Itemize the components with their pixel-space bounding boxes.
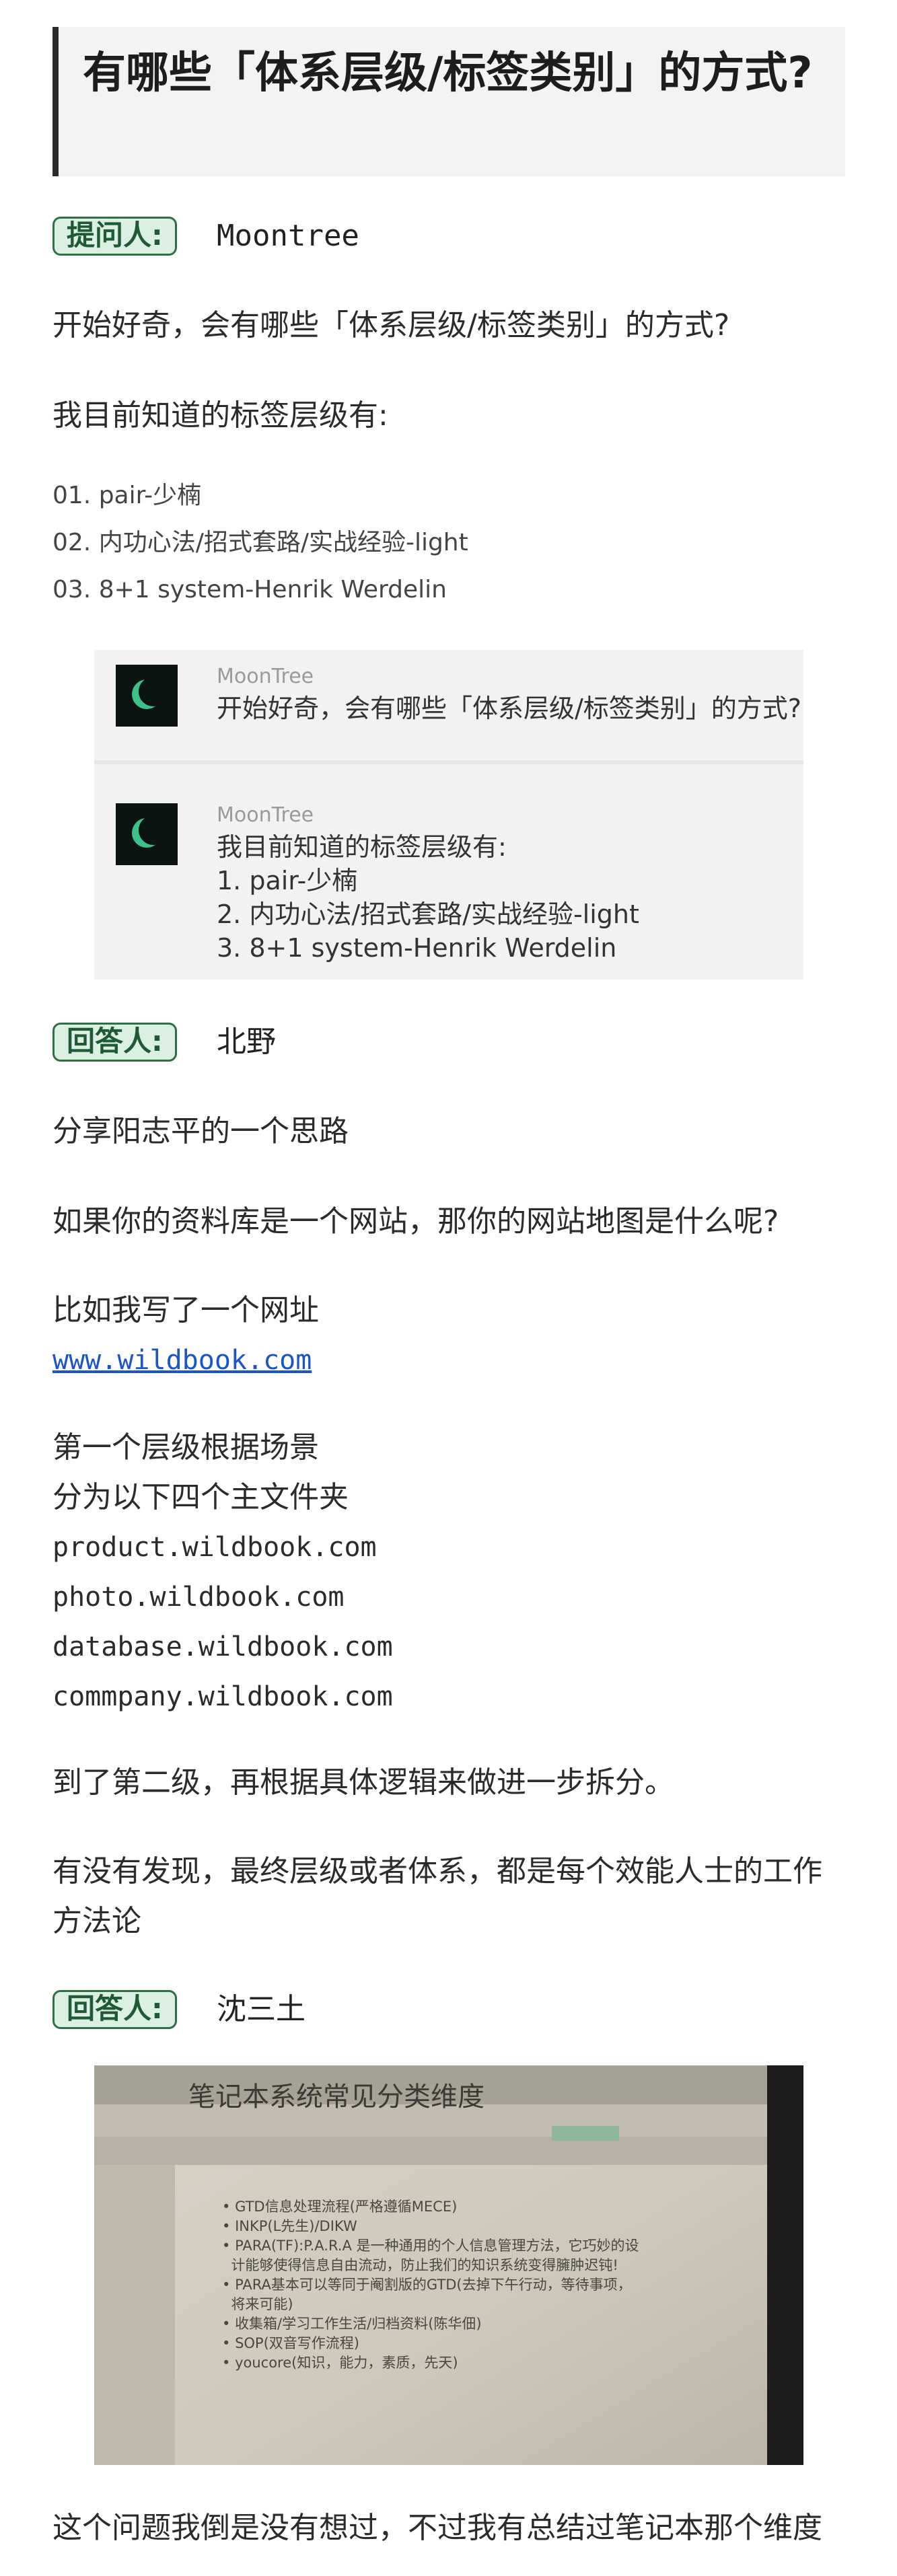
asker-name: Moontree (217, 219, 359, 253)
answer-paragraph: 到了第二级，再根据具体逻辑来做进一步拆分。 (52, 1765, 674, 1800)
folder-item: product.wildbook.com (52, 1532, 377, 1563)
photo-bullet: • youcore(知识，能力，素质，先天) (222, 2355, 458, 2371)
answer-paragraph: 比如我写了一个网址 (52, 1293, 319, 1327)
photo-bullet: 计能够使得信息自由流动，防止我们的知识系统变得臃肿迟钝! (231, 2257, 618, 2273)
chat-text-line: 1. pair-少楠 (217, 866, 358, 895)
photo-heading: 笔记本系统常见分类维度 (188, 2082, 485, 2112)
answerer-name: 北野 (217, 1025, 276, 1059)
question-intro: 开始好奇，会有哪些「体系层级/标签类别」的方式? (52, 308, 730, 342)
question-list-item: 02. 内功心法/招式套路/实战经验-light (52, 529, 468, 556)
question-list-item: 03. 8+1 system-Henrik Werdelin (52, 576, 447, 603)
photo-bullets: • GTD信息处理流程(严格遵循MECE) • INKP(L先生)/DIKW •… (222, 2197, 639, 2373)
folder-item: database.wildbook.com (52, 1631, 393, 1662)
moon-icon (132, 818, 162, 848)
answer-paragraph: 这个问题我倒是没有想过，不过我有总结过笔记本那个维度 (52, 2511, 822, 2545)
folder-item: photo.wildbook.com (52, 1582, 345, 1613)
answerer-badge: 回答人: (52, 1023, 177, 1062)
photo-bullet: 将来可能) (231, 2296, 293, 2312)
answer-paragraph: 分为以下四个主文件夹 (52, 1480, 349, 1514)
question-title-box: 有哪些「体系层级/标签类别」的方式? (52, 27, 845, 176)
photo-bullet: • SOP(双音写作流程) (222, 2335, 359, 2351)
chat-divider (94, 760, 803, 764)
answer-paragraph: 如果你的资料库是一个网站，那你的网站地图是什么呢? (52, 1204, 779, 1239)
photo-bullet: • GTD信息处理流程(严格遵循MECE) (222, 2199, 458, 2215)
chat-nick: MoonTree (217, 665, 314, 688)
wildbook-link[interactable]: www.wildbook.com (52, 1345, 312, 1376)
chat-text-line: 我目前知道的标签层级有: (217, 832, 507, 862)
answer-paragraph: 方法论 (52, 1904, 141, 1938)
chat-screenshot: MoonTree 开始好奇，会有哪些「体系层级/标签类别」的方式? MoonTr… (94, 650, 803, 980)
avatar (116, 803, 178, 865)
notebook-photo: 笔记本系统常见分类维度 • GTD信息处理流程(严格遵循MECE) • INKP… (94, 2065, 803, 2465)
answerer-badge: 回答人: (52, 1990, 177, 2029)
photo-bullet: • PARA基本可以等同于阉割版的GTD(去掉下午行动，等待事项， (222, 2277, 632, 2293)
photo-bullet: • 收集箱/学习工作生活/归档资料(陈华佃) (222, 2316, 482, 2332)
avatar (116, 665, 178, 727)
question-title: 有哪些「体系层级/标签类别」的方式? (83, 48, 813, 98)
moon-icon (132, 679, 162, 709)
photo-bullet: • PARA(TF):P.A.R.A 是一种通用的个人信息管理方法，它巧妙的设 (222, 2238, 639, 2254)
chat-text: 开始好奇，会有哪些「体系层级/标签类别」的方式? (217, 694, 801, 723)
asker-badge: 提问人: (52, 217, 177, 256)
folder-item: commpany.wildbook.com (52, 1681, 393, 1712)
answerer-name: 沈三土 (217, 1992, 306, 2026)
answer-paragraph: 有没有发现，最终层级或者体系，都是每个效能人士的工作 (52, 1854, 822, 1888)
photo-bullet: • INKP(L先生)/DIKW (222, 2218, 357, 2234)
chat-text-line: 2. 内功心法/招式套路/实战经验-light (217, 899, 639, 929)
chat-text-line: 3. 8+1 system-Henrik Werdelin (217, 933, 617, 963)
chat-nick: MoonTree (217, 803, 314, 827)
answer-paragraph: 分享阳志平的一个思路 (52, 1114, 349, 1148)
question-known-label: 我目前知道的标签层级有: (52, 398, 388, 433)
answer-paragraph: 第一个层级根据场景 (52, 1430, 319, 1465)
question-list-item: 01. pair-少楠 (52, 482, 202, 509)
